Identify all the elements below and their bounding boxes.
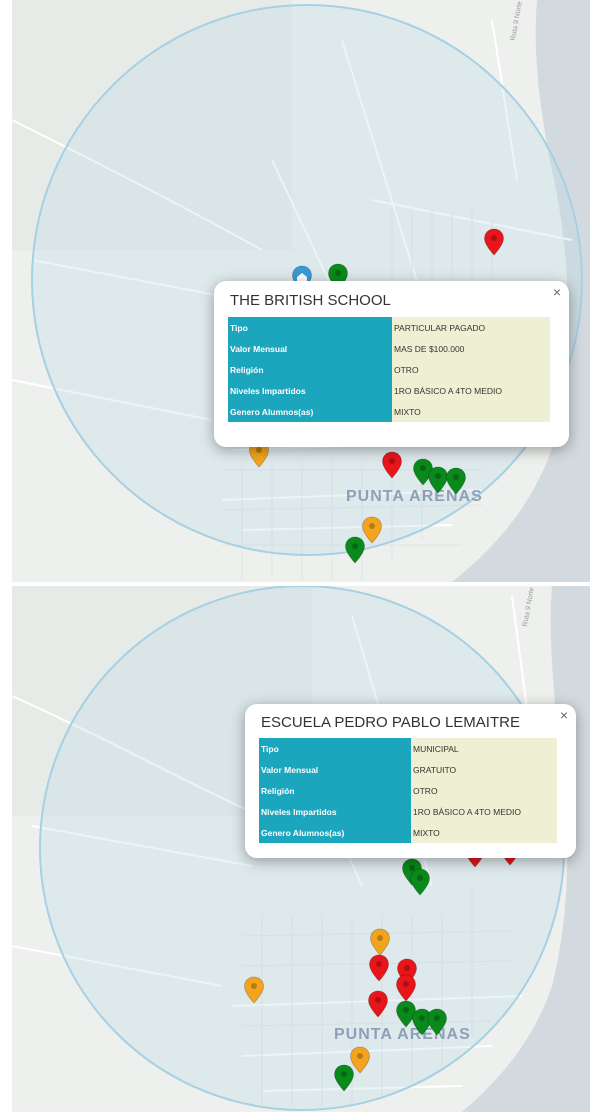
map-pin-icon	[369, 954, 389, 982]
info-key: Tipo	[228, 317, 392, 338]
info-row: Religión OTRO	[259, 780, 557, 801]
school-info-table: Tipo MUNICIPAL Valor Mensual GRATUITO Religi…	[259, 738, 557, 843]
info-key: Genero Alumnos(as)	[259, 822, 411, 843]
info-value: OTRO	[392, 359, 550, 380]
school-info-popup: × ESCUELA PEDRO PABLO LEMAITRE Tipo MUNIC…	[245, 704, 576, 858]
info-value: MUNICIPAL	[411, 738, 557, 759]
info-key: Valor Mensual	[259, 759, 411, 780]
info-row: Niveles Impartidos 1RO BÁSICO A 4TO MEDIO	[228, 380, 550, 401]
school-marker-particular[interactable]	[381, 451, 403, 479]
info-row: Niveles Impartidos 1RO BÁSICO A 4TO MEDIO	[259, 801, 557, 822]
map-pin-icon	[446, 467, 466, 495]
school-marker-subvencionado[interactable]	[369, 928, 391, 956]
info-key: Genero Alumnos(as)	[228, 401, 392, 422]
map-pin-icon	[427, 1008, 447, 1036]
info-value: MAS DE $100.000	[392, 338, 550, 359]
info-value: PARTICULAR PAGADO	[392, 317, 550, 338]
info-key: Tipo	[259, 738, 411, 759]
info-row: Religión OTRO	[228, 359, 550, 380]
map-pin-icon	[396, 974, 416, 1002]
info-row: Valor Mensual GRATUITO	[259, 759, 557, 780]
school-info-table: Tipo PARTICULAR PAGADO Valor Mensual MAS DE…	[228, 317, 550, 422]
info-key: Religión	[228, 359, 392, 380]
info-row: Valor Mensual MAS DE $100.000	[228, 338, 550, 359]
school-marker-particular[interactable]	[483, 228, 505, 256]
info-value: GRATUITO	[411, 759, 557, 780]
info-row: Genero Alumnos(as) MIXTO	[228, 401, 550, 422]
info-value: MIXTO	[411, 822, 557, 843]
info-value: 1RO BÁSICO A 4TO MEDIO	[411, 801, 557, 822]
info-key: Valor Mensual	[228, 338, 392, 359]
info-row: Tipo MUNICIPAL	[259, 738, 557, 759]
map-pin-icon	[484, 228, 504, 256]
map-pin-icon	[244, 976, 264, 1004]
school-marker-particular[interactable]	[367, 990, 389, 1018]
info-row: Tipo PARTICULAR PAGADO	[228, 317, 550, 338]
city-label: PUNTA ARENAS	[334, 1026, 471, 1043]
info-key: Niveles Impartidos	[259, 801, 411, 822]
popup-title: ESCUELA PEDRO PABLO LEMAITRE	[261, 714, 520, 731]
map-pin-icon	[368, 990, 388, 1018]
school-marker-municipal[interactable]	[426, 1008, 448, 1036]
info-value: 1RO BÁSICO A 4TO MEDIO	[392, 380, 550, 401]
info-key: Niveles Impartidos	[228, 380, 392, 401]
close-icon[interactable]: ×	[553, 285, 561, 299]
info-key: Religión	[259, 780, 411, 801]
info-value: OTRO	[411, 780, 557, 801]
school-info-popup: × THE BRITISH SCHOOL Tipo PARTICULAR PAGA…	[214, 281, 569, 447]
school-marker-municipal[interactable]	[445, 467, 467, 495]
school-marker-municipal[interactable]	[344, 536, 366, 564]
map-pin-icon	[334, 1064, 354, 1092]
school-marker-subvencionado[interactable]	[243, 976, 265, 1004]
map-pin-icon	[410, 868, 430, 896]
map-pin-icon	[382, 451, 402, 479]
map-pin-icon	[345, 536, 365, 564]
map-pin-icon	[370, 928, 390, 956]
school-marker-particular[interactable]	[368, 954, 390, 982]
school-marker-particular[interactable]	[395, 974, 417, 1002]
map-panel-bottom[interactable]: Ruta 9 Norte PUNTA ARENAS × ESCUELA PEDR…	[12, 586, 590, 1112]
map-panel-top[interactable]: Ruta 9 Norte PUNTA ARENAS × THE BRITISH …	[12, 0, 590, 582]
close-icon[interactable]: ×	[560, 708, 568, 722]
info-value: MIXTO	[392, 401, 550, 422]
info-row: Genero Alumnos(as) MIXTO	[259, 822, 557, 843]
popup-title: THE BRITISH SCHOOL	[230, 292, 391, 309]
school-marker-municipal[interactable]	[333, 1064, 355, 1092]
school-marker-municipal[interactable]	[409, 868, 431, 896]
